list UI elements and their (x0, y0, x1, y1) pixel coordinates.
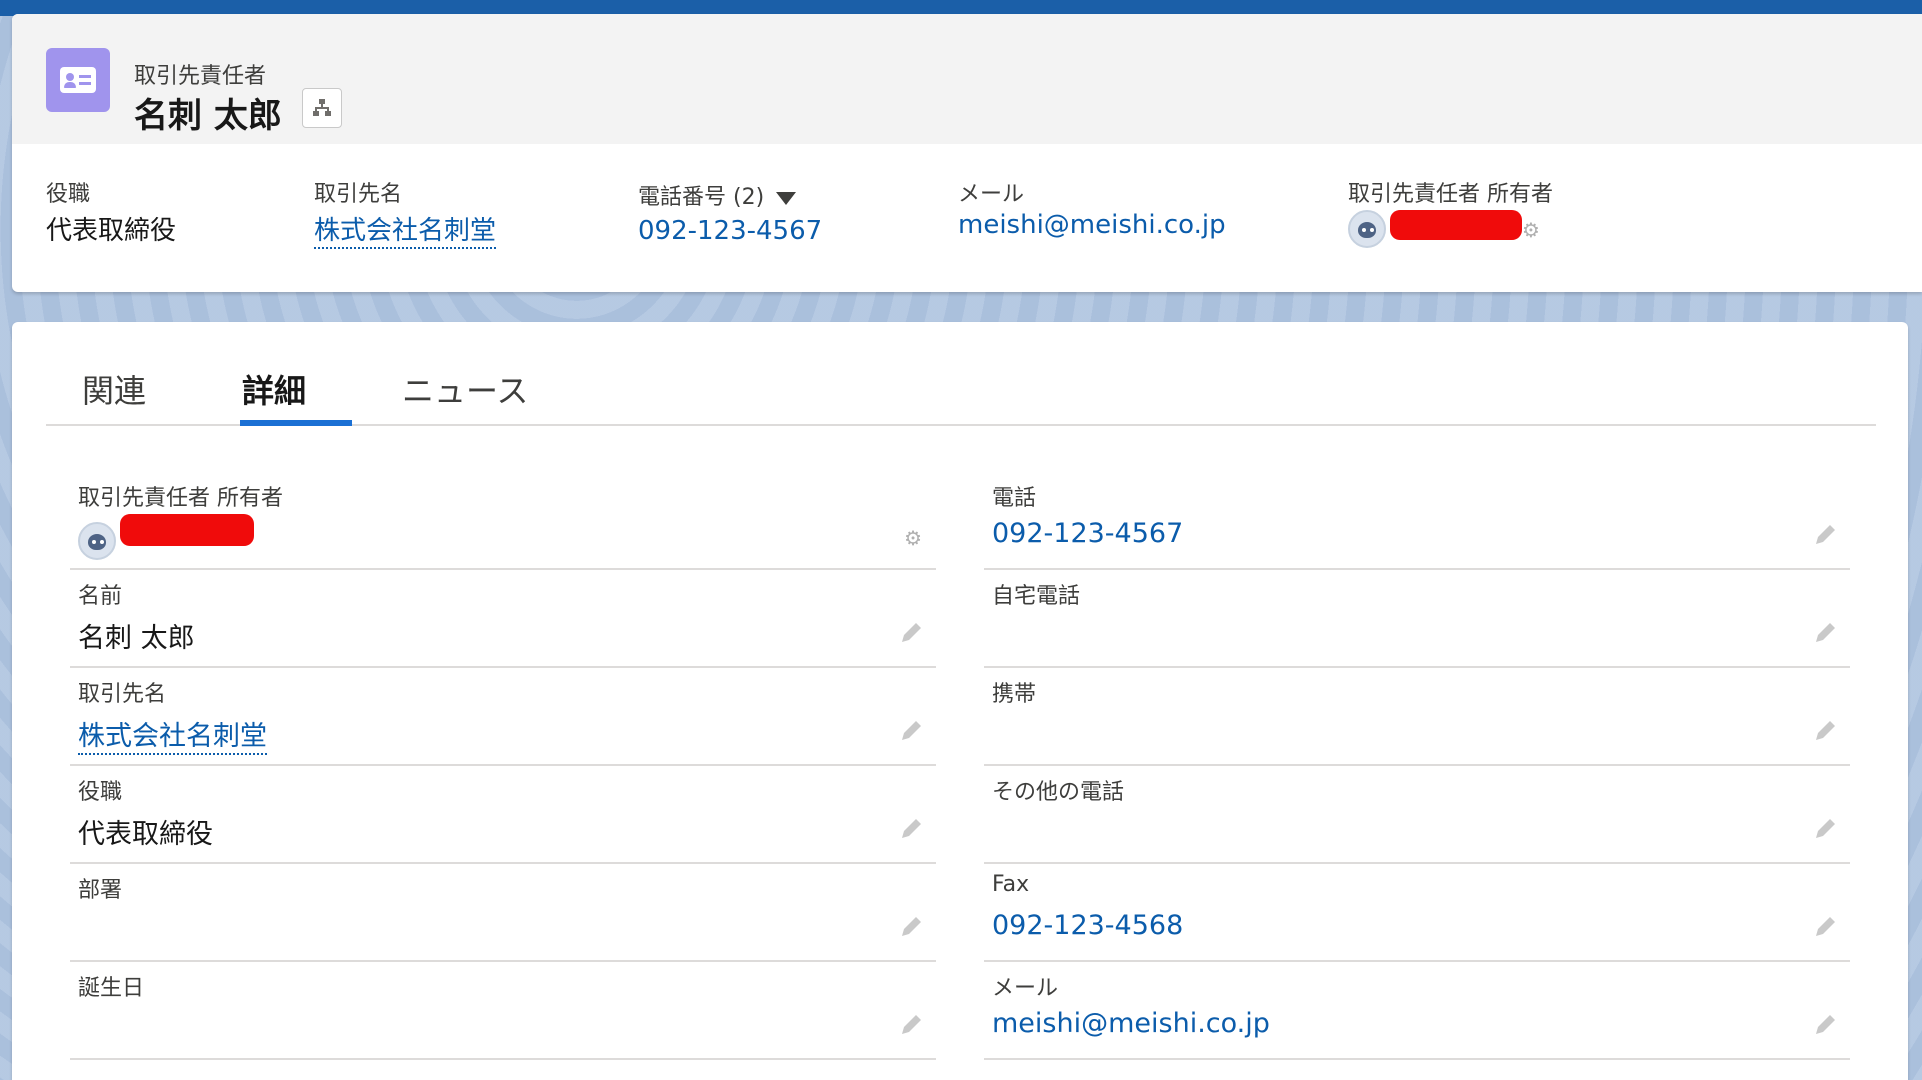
edit-pencil-icon[interactable] (898, 620, 924, 646)
object-type-label: 取引先責任者 (134, 64, 267, 89)
highlight-phone-link[interactable]: 092-123-4567 (638, 216, 822, 246)
highlight-owner-label: 取引先責任者 所有者 (1348, 182, 1553, 207)
highlight-phone-label-text: 電話番号 (2) (638, 185, 765, 210)
field-email: メール meishi@meishi.co.jp (984, 962, 1850, 1060)
field-label: 部署 (78, 878, 123, 903)
edit-pencil-icon[interactable] (898, 718, 924, 744)
field-title: 役職 代表取締役 (70, 766, 936, 864)
tab-details[interactable]: 詳細 (242, 366, 306, 412)
highlight-account-link[interactable]: 株式会社名刺堂 (314, 210, 497, 249)
field-label: 携帯 (992, 682, 1037, 707)
hierarchy-icon (313, 99, 331, 116)
edit-pencil-icon[interactable] (898, 1012, 924, 1038)
record-detail-panel: 関連 詳細 ニュース 取引先責任者 所有者 ⚙ 名前 名刺 太郎 取引先名 株式… (12, 322, 1908, 1080)
field-label: Fax (992, 872, 1030, 897)
edit-pencil-icon[interactable] (1812, 1012, 1838, 1038)
edit-pencil-icon[interactable] (1812, 620, 1838, 646)
field-department: 部署 (70, 864, 936, 962)
record-header-title-area (12, 14, 1922, 144)
field-fax: Fax 092-123-4568 (984, 864, 1850, 962)
highlight-account-label: 取引先名 (314, 182, 403, 207)
fax-link[interactable]: 092-123-4568 (992, 910, 1183, 941)
edit-pencil-icon[interactable] (898, 914, 924, 940)
highlight-email-link[interactable]: meishi@meishi.co.jp (958, 210, 1226, 240)
change-owner-icon[interactable]: ⚙ (1522, 218, 1540, 242)
tab-related[interactable]: 関連 (82, 366, 146, 412)
edit-pencil-icon[interactable] (1812, 816, 1838, 842)
field-label: 名前 (78, 584, 123, 609)
edit-pencil-icon[interactable] (1812, 914, 1838, 940)
field-label: その他の電話 (992, 780, 1125, 805)
field-other-phone: その他の電話 (984, 766, 1850, 864)
phone-link[interactable]: 092-123-4567 (992, 518, 1183, 549)
owner-avatar (1348, 210, 1386, 248)
field-owner: 取引先責任者 所有者 ⚙ (70, 472, 936, 570)
field-label: 役職 (78, 780, 123, 805)
field-name: 名前 名刺 太郎 (70, 570, 936, 668)
redacted-owner-name[interactable] (120, 514, 254, 546)
email-link[interactable]: meishi@meishi.co.jp (992, 1008, 1270, 1039)
highlight-phone-label[interactable]: 電話番号 (2) (638, 179, 797, 211)
field-mobile: 携帯 (984, 668, 1850, 766)
field-label: 取引先責任者 所有者 (78, 486, 283, 511)
contact-card-icon (46, 48, 110, 112)
field-phone: 電話 092-123-4567 (984, 472, 1850, 570)
tab-news[interactable]: ニュース (402, 366, 528, 412)
tab-bar: 関連 詳細 ニュース (46, 322, 1876, 426)
field-label: メール (992, 976, 1059, 1001)
field-label: 誕生日 (78, 976, 145, 1001)
change-owner-icon[interactable]: ⚙ (904, 526, 922, 550)
field-home-phone: 自宅電話 (984, 570, 1850, 668)
highlight-title-label: 役職 (46, 182, 91, 207)
field-birthday: 誕生日 (70, 962, 936, 1060)
highlight-email-label: メール (958, 182, 1025, 207)
hierarchy-button[interactable] (302, 88, 342, 128)
record-header: 取引先責任者 名刺 太郎 役職 代表取締役 取引先名 株式会社名刺堂 電話番号 … (12, 14, 1922, 292)
field-label: 取引先名 (78, 682, 167, 707)
field-value: 名刺 太郎 (78, 623, 195, 654)
field-label: 自宅電話 (992, 584, 1081, 609)
active-tab-indicator (240, 420, 352, 426)
account-link[interactable]: 株式会社名刺堂 (78, 714, 267, 755)
edit-pencil-icon[interactable] (1812, 718, 1838, 744)
field-account: 取引先名 株式会社名刺堂 (70, 668, 936, 766)
field-label: 電話 (992, 486, 1037, 511)
owner-avatar (78, 522, 116, 560)
edit-pencil-icon[interactable] (898, 816, 924, 842)
highlight-title-value: 代表取締役 (46, 216, 177, 246)
record-name: 名刺 太郎 (134, 96, 282, 136)
chevron-down-icon (776, 191, 797, 205)
field-value: 代表取締役 (78, 819, 213, 850)
redacted-owner-name[interactable] (1390, 210, 1522, 240)
edit-pencil-icon[interactable] (1812, 522, 1838, 548)
